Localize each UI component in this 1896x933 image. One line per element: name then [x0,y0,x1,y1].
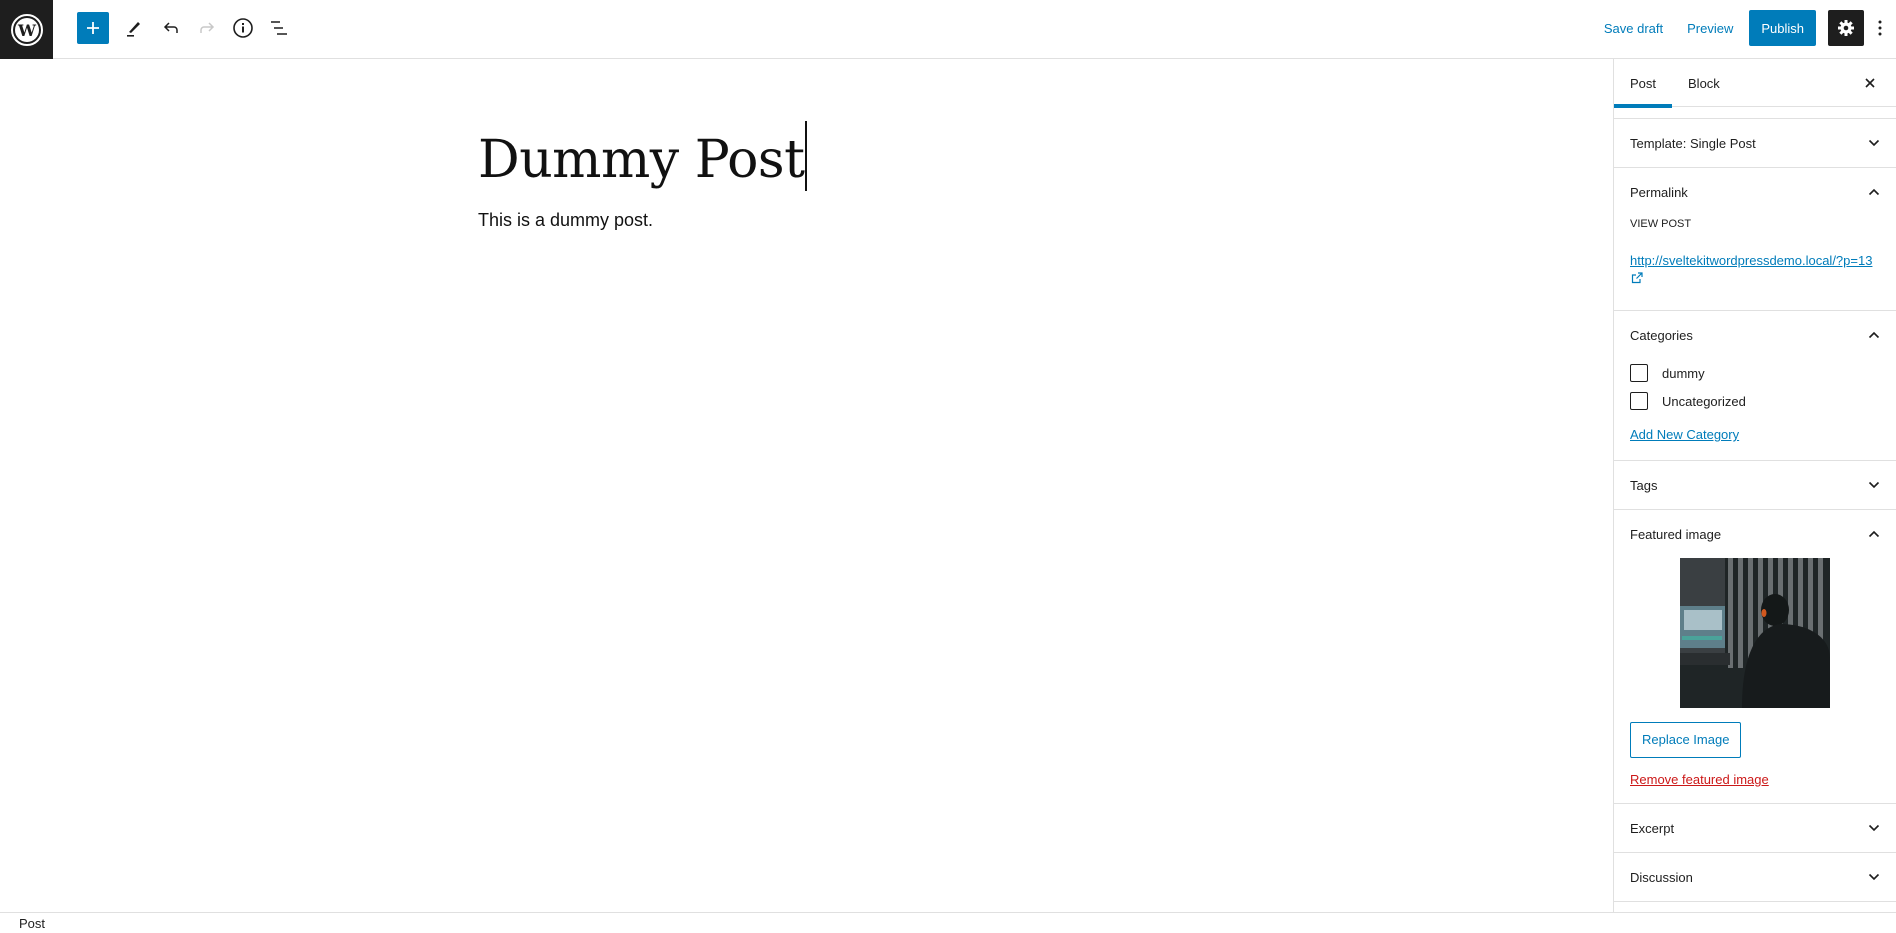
details-button[interactable] [227,12,259,44]
settings-sidebar: Post Block Template: Single Post Permali… [1613,59,1896,912]
category-checkbox-uncategorized[interactable] [1630,392,1648,410]
featured-image-thumbnail[interactable] [1680,558,1830,708]
chevron-up-icon [1868,331,1880,339]
category-item: dummy [1630,359,1880,387]
tab-post[interactable]: Post [1614,59,1673,108]
chevron-down-icon [1868,481,1880,489]
add-new-category-link[interactable]: Add New Category [1630,427,1739,442]
info-icon [233,18,253,38]
tab-block[interactable]: Block [1672,59,1736,107]
chevron-up-icon [1868,530,1880,538]
chevron-up-icon [1868,188,1880,196]
post-title-text: Dummy Post [478,130,805,190]
svg-text:W: W [17,21,37,40]
close-icon [1865,78,1875,88]
external-link-icon [1631,272,1643,284]
paragraph-block[interactable]: This is a dummy post. [478,210,653,231]
preview-button[interactable]: Preview [1675,21,1745,36]
category-label: Uncategorized [1662,393,1746,409]
tags-panel-title: Tags [1630,477,1658,493]
gear-icon [1838,20,1854,36]
template-panel-toggle[interactable]: Template: Single Post [1614,119,1896,167]
options-menu-button[interactable] [1868,10,1892,46]
undo-icon [163,22,178,33]
editor-header: W Save draft Preview Publish [0,0,1896,59]
breadcrumb-post[interactable]: Post [19,916,45,931]
chevron-down-icon [1868,139,1880,147]
chevron-down-icon [1868,873,1880,881]
featured-image-panel: Featured image Replace Image Remove feat… [1614,510,1896,804]
tags-panel: Tags [1614,461,1896,510]
remove-featured-image-link[interactable]: Remove featured image [1630,772,1880,787]
sidebar-tabs: Post Block [1614,59,1896,108]
categories-panel-title: Categories [1630,327,1693,343]
excerpt-panel-title: Excerpt [1630,820,1675,836]
featured-image-panel-toggle[interactable]: Featured image [1614,510,1896,558]
template-panel: Template: Single Post [1614,119,1896,168]
discussion-panel: Discussion [1614,853,1896,902]
wordpress-logo-icon: W [10,13,43,46]
add-block-button[interactable] [77,12,109,44]
panel-divider [1614,107,1896,119]
save-draft-button[interactable]: Save draft [1592,21,1675,36]
template-panel-title: Template: Single Post [1630,135,1756,151]
undo-button[interactable] [155,12,187,44]
category-checkbox-dummy[interactable] [1630,364,1648,382]
categories-panel-toggle[interactable]: Categories [1614,311,1896,359]
editor-canvas[interactable]: Dummy Post This is a dummy post. [0,59,1613,912]
permalink-panel-toggle[interactable]: Permalink [1614,168,1896,216]
discussion-panel-title: Discussion [1630,869,1693,885]
discussion-panel-toggle[interactable]: Discussion [1614,853,1896,901]
pencil-icon [127,22,140,37]
text-caret [805,121,807,191]
permalink-link[interactable]: http://sveltekitwordpressdemo.local/?p=1… [1630,253,1872,268]
category-item: Uncategorized [1630,387,1880,415]
block-breadcrumb-bar: Post [0,912,1896,933]
permalink-panel: Permalink VIEW POST http://sveltekitword… [1614,168,1896,311]
replace-image-button[interactable]: Replace Image [1630,722,1742,758]
publish-button[interactable]: Publish [1749,10,1816,46]
more-vertical-icon [1878,20,1882,36]
chevron-down-icon [1868,824,1880,832]
permalink-panel-title: Permalink [1630,184,1688,200]
excerpt-panel: Excerpt [1614,804,1896,853]
excerpt-panel-toggle[interactable]: Excerpt [1614,804,1896,852]
featured-image-panel-title: Featured image [1630,526,1722,542]
list-view-button[interactable] [263,12,295,44]
close-sidebar-button[interactable] [1858,71,1882,95]
wordpress-logo-button[interactable]: W [0,0,53,59]
redo-button[interactable] [191,12,223,44]
tags-panel-toggle[interactable]: Tags [1614,461,1896,509]
tools-button[interactable] [118,12,150,44]
post-title-input[interactable]: Dummy Post [478,121,807,191]
category-label: dummy [1662,365,1705,381]
list-view-icon [271,21,287,35]
view-post-label: VIEW POST [1630,218,1692,230]
redo-icon [200,22,215,33]
settings-button[interactable] [1828,10,1864,46]
categories-panel: Categories dummy Uncategorized Add New C… [1614,311,1896,461]
plus-icon [87,22,99,34]
